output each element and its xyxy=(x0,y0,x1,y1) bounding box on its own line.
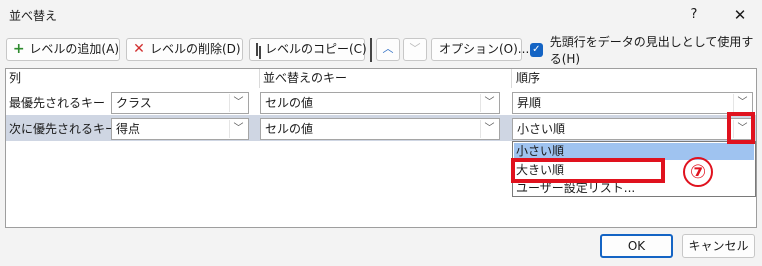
help-button[interactable]: ? xyxy=(682,4,706,26)
close-button[interactable]: ✕ xyxy=(728,4,752,26)
ok-button[interactable]: OK xyxy=(600,234,673,258)
checkmark-icon: ✓ xyxy=(530,43,543,57)
x-icon: ✕ xyxy=(133,41,145,57)
header-checkbox-label: 先頭行をデータの見出しとして使用する(H) xyxy=(549,35,754,66)
dialog-title: 並べ替え xyxy=(9,9,58,23)
delete-level-label: レベルの削除(D) xyxy=(150,42,241,56)
key-select-value: セルの値 xyxy=(265,122,314,136)
chevron-down-icon: ﹀ xyxy=(480,120,498,138)
toolbar-separator xyxy=(370,38,372,62)
move-up-button[interactable]: ︿ xyxy=(376,38,400,61)
column-header-column: 列 xyxy=(9,71,22,85)
move-down-button[interactable]: ﹀ xyxy=(403,38,427,61)
highlight-box-dropdown-arrow xyxy=(727,112,755,144)
header-checkbox[interactable]: ✓ 先頭行をデータの見出しとして使用する(H) xyxy=(530,35,762,66)
row-label: 最優先されるキー xyxy=(9,96,106,110)
delete-level-button[interactable]: ✕ レベルの削除(D) xyxy=(126,38,243,61)
add-level-label: レベルの追加(A) xyxy=(29,42,119,56)
key-select[interactable]: セルの値 ﹀ xyxy=(260,92,500,114)
chevron-down-icon: ﹀ xyxy=(229,94,247,112)
order-select-value: 昇順 xyxy=(517,96,542,110)
key-select[interactable]: セルの値 ﹀ xyxy=(260,118,500,140)
sort-level-row-selected[interactable]: 次に優先されるキー 得点 ﹀ セルの値 ﹀ 小さい順 ﹀ xyxy=(6,115,756,141)
order-select-open[interactable]: 小さい順 ﹀ xyxy=(512,118,753,140)
chevron-down-icon: ﹀ xyxy=(480,94,498,112)
add-level-button[interactable]: + レベルの追加(A) xyxy=(6,38,120,61)
chevron-down-icon: ﹀ xyxy=(409,42,421,55)
header-divider xyxy=(259,69,260,88)
row-label: 次に優先されるキー xyxy=(9,122,118,136)
copy-level-button[interactable]: レベルのコピー(C) xyxy=(249,38,367,61)
plus-icon: + xyxy=(12,41,25,57)
key-select-value: セルの値 xyxy=(265,96,314,110)
sort-level-row[interactable]: 最優先されるキー クラス ﹀ セルの値 ﹀ 昇順 ﹀ xyxy=(6,89,756,115)
order-select[interactable]: 昇順 ﹀ xyxy=(512,92,753,114)
cancel-button[interactable]: キャンセル xyxy=(682,234,755,258)
column-header-key: 並べ替えのキー xyxy=(263,71,348,85)
options-button[interactable]: オプション(O)... xyxy=(431,38,529,61)
chevron-down-icon: ﹀ xyxy=(733,94,751,112)
column-header-order: 順序 xyxy=(516,71,541,85)
chevron-up-icon: ︿ xyxy=(382,42,394,55)
column-select-value: 得点 xyxy=(116,122,141,136)
step-number-badge: ⑦ xyxy=(683,157,713,187)
copy-level-label: レベルのコピー(C) xyxy=(265,42,367,56)
header-divider xyxy=(511,69,512,88)
column-select[interactable]: クラス ﹀ xyxy=(111,92,249,114)
column-select[interactable]: 得点 ﹀ xyxy=(111,118,249,140)
order-select-value: 小さい順 xyxy=(517,122,566,136)
options-label: オプション(O)... xyxy=(439,42,530,56)
title-bar: 並べ替え ? ✕ xyxy=(0,0,762,30)
copy-icon xyxy=(256,43,258,56)
column-select-value: クラス xyxy=(116,96,152,110)
chevron-down-icon: ﹀ xyxy=(229,120,247,138)
highlight-box-option xyxy=(511,158,665,183)
